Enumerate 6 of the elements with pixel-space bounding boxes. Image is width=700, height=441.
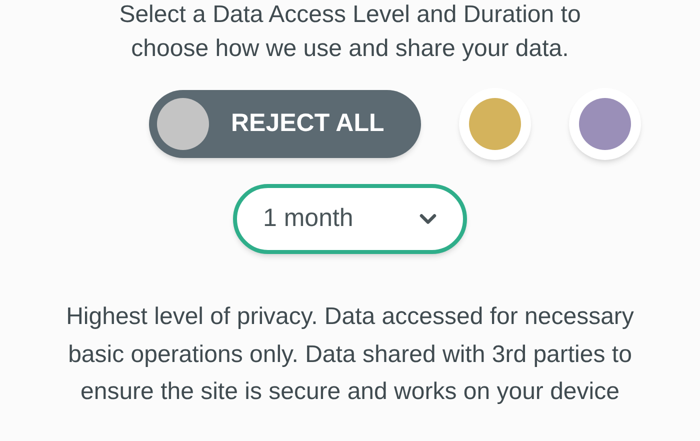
- level-description: Highest level of privacy. Data accessed for necessary basic operations only. Data shared with 3rd parties to ensure the site is secure and works on your device: [65, 302, 635, 407]
- duration-dropdown[interactable]: 1 month: [233, 184, 467, 254]
- intro-text: choose how we use and share your data.: [131, 34, 569, 64]
- slider-thumb[interactable]: [157, 98, 209, 150]
- intro-text: Select a Data Access Level and Duration to: [119, 0, 581, 30]
- level-slider[interactable]: REJECT ALL: [149, 90, 421, 158]
